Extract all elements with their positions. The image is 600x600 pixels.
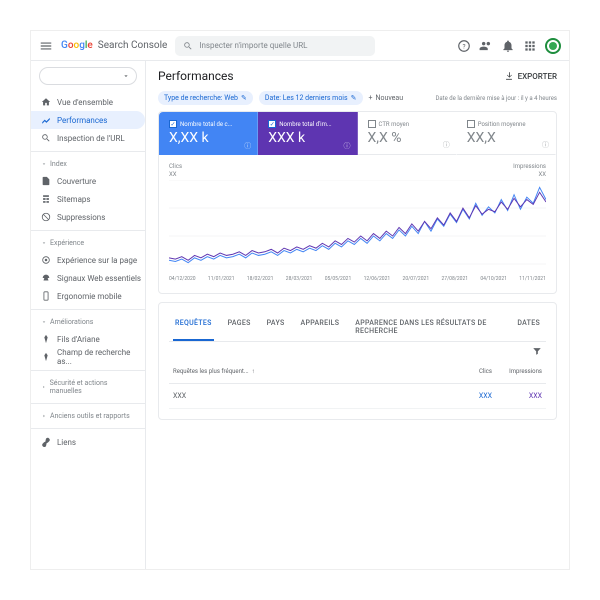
sidebar-item-inspection[interactable]: Inspection de l'URL xyxy=(31,129,145,147)
tab-appareils[interactable]: APPAREILS xyxy=(299,313,342,341)
sidebar-item-removals[interactable]: Suppressions xyxy=(31,208,145,226)
sidebar-item-performances[interactable]: Performances xyxy=(31,111,145,129)
sidebar-item-overview[interactable]: Vue d'ensemble xyxy=(31,93,145,111)
people-icon[interactable] xyxy=(479,39,493,53)
notifications-icon[interactable] xyxy=(501,39,515,53)
speed-icon xyxy=(41,273,51,283)
y-right-label: Impressions xyxy=(513,163,546,170)
sidebar-section-index[interactable]: Index xyxy=(31,156,145,172)
sidebar-section-experience[interactable]: Expérience xyxy=(31,235,145,251)
metric-card-3[interactable]: Position moyenneXX,Xⓘ xyxy=(457,112,556,155)
apps-icon[interactable] xyxy=(523,39,537,53)
data-table-card: REQUÊTES PAGES PAYS APPAREILS APPARENCE DANS… xyxy=(158,302,557,420)
filter-chip-searchtype[interactable]: Type de recherche: Web✎ xyxy=(158,91,253,105)
y-left-label: Clics xyxy=(169,163,182,170)
chevron-down-icon xyxy=(41,161,47,167)
search-icon xyxy=(183,41,193,51)
sidebar-section-enhancements[interactable]: Améliorations xyxy=(31,314,145,330)
sidebar-item-links[interactable]: Liens xyxy=(31,433,145,451)
info-icon: ⓘ xyxy=(542,140,549,150)
menu-icon[interactable] xyxy=(39,39,53,53)
app-header: Google Search Console Inspecter n'import… xyxy=(31,31,569,61)
chevron-right-icon xyxy=(41,384,47,390)
chevron-down-icon xyxy=(41,240,47,246)
search-placeholder: Inspecter n'importe quelle URL xyxy=(199,41,307,50)
doc-icon xyxy=(41,176,51,186)
tab-pays[interactable]: PAYS xyxy=(265,313,287,341)
block-icon xyxy=(41,212,51,222)
sidebar-item-coverage[interactable]: Couverture xyxy=(31,172,145,190)
account-avatar[interactable] xyxy=(545,38,561,54)
plus-icon: + xyxy=(369,94,373,102)
help-icon[interactable]: ? xyxy=(457,39,471,53)
product-logo: Google Search Console xyxy=(61,40,167,51)
sitemap-icon xyxy=(41,194,51,204)
table-tabs: REQUÊTES PAGES PAYS APPAREILS APPARENCE DANS… xyxy=(169,313,546,342)
export-button[interactable]: EXPORTER xyxy=(504,71,557,81)
property-selector[interactable] xyxy=(39,67,137,85)
checkbox-icon xyxy=(467,120,475,128)
home-icon xyxy=(41,97,51,107)
search-icon xyxy=(41,133,51,143)
tab-dates[interactable]: DATES xyxy=(515,313,542,341)
chevron-down-icon xyxy=(41,319,47,325)
tab-requêtes[interactable]: REQUÊTES xyxy=(173,313,214,341)
sidebar-section-security[interactable]: Sécurité et actions manuelles xyxy=(31,375,145,399)
sidebar-item-breadcrumbs[interactable]: Fils d'Ariane xyxy=(31,330,145,348)
url-inspect-search[interactable]: Inspecter n'importe quelle URL xyxy=(175,36,375,56)
sidebar-item-cwv[interactable]: Signaux Web essentiels xyxy=(31,269,145,287)
sidebar-item-sitemaps[interactable]: Sitemaps xyxy=(31,190,145,208)
filter-chip-date[interactable]: Date: Les 12 derniers mois✎ xyxy=(259,91,363,105)
circle-icon xyxy=(41,255,51,265)
checkbox-icon: ✓ xyxy=(268,120,276,128)
sidebar-item-page-exp[interactable]: Expérience sur la page xyxy=(31,251,145,269)
table-header-clicks[interactable]: Clics xyxy=(442,368,492,375)
sidebar-item-mobile[interactable]: Ergonomie mobile xyxy=(31,287,145,305)
phone-icon xyxy=(41,291,51,301)
page-title: Performances xyxy=(158,69,234,83)
metrics-row: ✓Nombre total de c...X,XX kⓘ✓Nombre tota… xyxy=(159,112,556,155)
performance-line-chart xyxy=(169,180,546,270)
tab-pages[interactable]: PAGES xyxy=(226,313,253,341)
download-icon xyxy=(504,71,514,81)
add-filter-button[interactable]: +Nouveau xyxy=(369,94,404,102)
info-icon: ⓘ xyxy=(443,140,450,150)
chevron-down-icon xyxy=(122,72,130,80)
sort-up-icon: ↑ xyxy=(252,368,255,375)
performance-chart-card: ✓Nombre total de c...X,XX kⓘ✓Nombre tota… xyxy=(158,111,557,294)
last-updated-text: Date de la dernière mise à jour : il y a… xyxy=(435,95,557,102)
checkbox-icon xyxy=(368,120,376,128)
tab-apparence dans les résultats de recherche[interactable]: APPARENCE DANS LES RÉSULTATS DE RECHERCH… xyxy=(353,313,503,341)
sidebar-section-legacy[interactable]: Anciens outils et rapports xyxy=(31,408,145,424)
info-icon: ⓘ xyxy=(244,141,251,151)
sidebar: Vue d'ensemble Performances Inspection d… xyxy=(31,61,146,569)
filter-icon[interactable] xyxy=(532,346,542,356)
svg-text:?: ? xyxy=(462,42,465,50)
metric-card-1[interactable]: ✓Nombre total d'im...XXX kⓘ xyxy=(258,112,357,155)
metric-card-2[interactable]: CTR moyenX,X %ⓘ xyxy=(358,112,457,155)
chevron-right-icon xyxy=(41,413,47,419)
checkbox-icon: ✓ xyxy=(169,120,177,128)
chart-icon xyxy=(41,115,51,125)
table-row[interactable]: XXXXXXXXX xyxy=(169,384,546,409)
x-axis: 04/12/202011/01/202118/02/202128/03/2021… xyxy=(169,276,546,282)
link-icon xyxy=(41,437,51,447)
edit-icon: ✎ xyxy=(241,94,247,102)
edit-icon: ✎ xyxy=(351,94,357,102)
diamond-icon xyxy=(41,352,51,362)
info-icon: ⓘ xyxy=(344,141,351,151)
main-content: Performances EXPORTER Type de recherche:… xyxy=(146,61,569,569)
sidebar-item-searchbox[interactable]: Champ de recherche as... xyxy=(31,348,145,366)
diamond-icon xyxy=(41,334,51,344)
table-header-query[interactable]: Requêtes les plus fréquent...↑ xyxy=(173,368,442,375)
table-header-impressions[interactable]: Impressions xyxy=(492,368,542,375)
metric-card-0[interactable]: ✓Nombre total de c...X,XX kⓘ xyxy=(159,112,258,155)
